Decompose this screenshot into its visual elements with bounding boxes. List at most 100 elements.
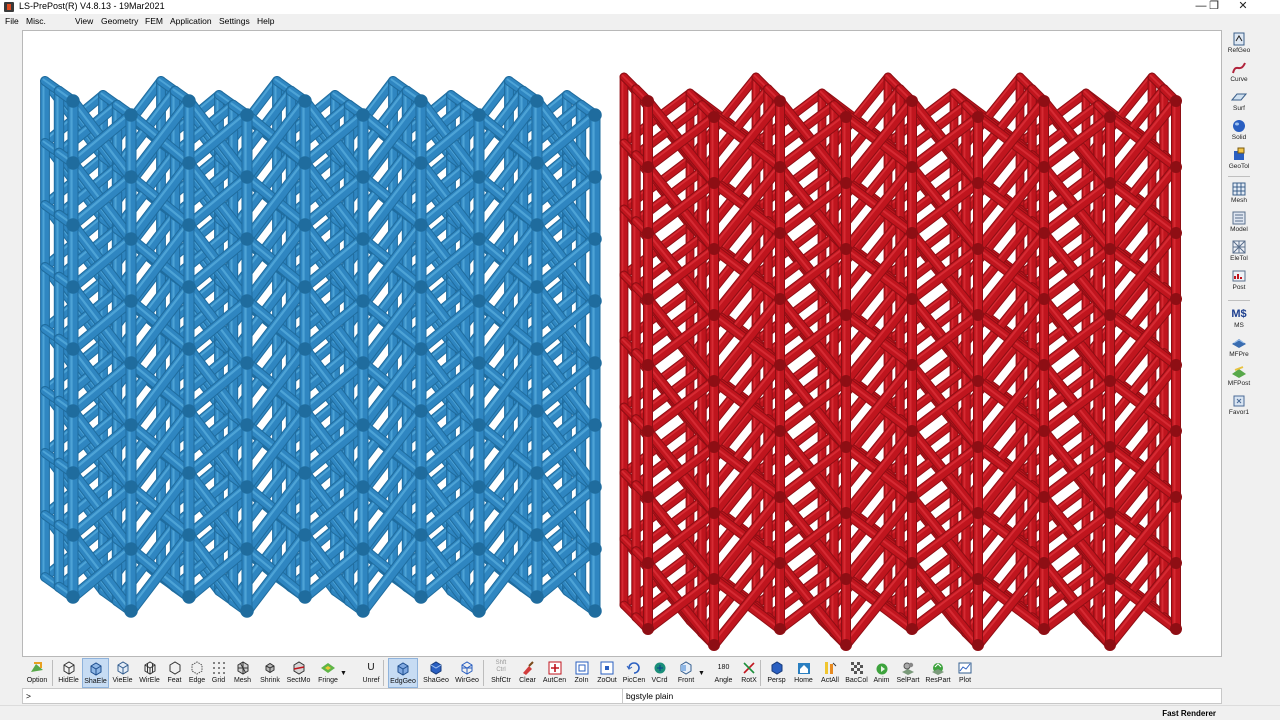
surface-button[interactable]: Surf bbox=[1224, 88, 1254, 117]
right-toolbar: RefGeo Curve Surf Solid GeoTol Mesh Mode… bbox=[1224, 30, 1254, 657]
maximize-button[interactable]: ❐ bbox=[1201, 0, 1227, 14]
blue-lattice-part[interactable] bbox=[40, 76, 602, 618]
solid-icon bbox=[1233, 120, 1245, 132]
option-button[interactable]: Option bbox=[22, 658, 52, 688]
menu-application[interactable]: Application bbox=[170, 16, 212, 26]
toolbar-separator bbox=[383, 660, 384, 686]
shrink-icon bbox=[265, 662, 275, 674]
auto-center-icon bbox=[548, 661, 561, 675]
favor1-button[interactable]: Favor1 bbox=[1224, 392, 1254, 421]
app-logo-icon bbox=[4, 2, 14, 12]
wire-geometry-icon bbox=[461, 661, 473, 675]
fringe-dropdown-arrow[interactable]: ▼ bbox=[340, 670, 347, 677]
option-icon bbox=[31, 662, 43, 672]
ms-icon: M$ bbox=[1231, 308, 1247, 320]
model-icon bbox=[1232, 211, 1246, 225]
mfpost-button[interactable]: MFPost bbox=[1224, 363, 1254, 392]
shift-ctrl-icon: Shft Ctrl bbox=[495, 660, 507, 673]
clear-icon bbox=[522, 661, 534, 675]
menu-fem[interactable]: FEM bbox=[145, 16, 163, 26]
toolbar-separator bbox=[483, 660, 484, 686]
right-toolbar-separator bbox=[1228, 176, 1250, 177]
perspective-icon bbox=[771, 661, 782, 675]
view-coordinate-icon bbox=[654, 662, 665, 674]
menu-settings[interactable]: Settings bbox=[219, 16, 250, 26]
window-title: LS-PrePost(R) V4.8.13 - 19Mar2021 bbox=[19, 1, 165, 11]
shaded-element-icon bbox=[90, 662, 101, 676]
angle-icon: 180 bbox=[717, 664, 730, 671]
favorite-icon bbox=[1233, 395, 1245, 407]
edge-icon bbox=[191, 661, 203, 675]
toolbar-label: Plot bbox=[958, 677, 972, 684]
refgeo-button[interactable]: RefGeo bbox=[1224, 30, 1254, 59]
menu-bar: File Misc. View Geometry FEM Application… bbox=[0, 14, 1280, 28]
front-button[interactable]: Front bbox=[671, 658, 701, 688]
geotol-button[interactable]: GeoTol bbox=[1224, 146, 1254, 175]
activate-all-icon bbox=[825, 662, 837, 674]
edggeo-button[interactable]: EdgGeo bbox=[388, 658, 418, 688]
title-bar: LS-PrePost(R) V4.8.13 - 19Mar2021 — ❐ ✕ bbox=[0, 0, 1280, 14]
lsprepost-window: LS-PrePost(R) V4.8.13 - 19Mar2021 — ❐ ✕ … bbox=[0, 0, 1280, 720]
front-view-icon bbox=[680, 661, 692, 675]
restore-part-icon bbox=[932, 663, 944, 675]
lattice-scene[interactable] bbox=[23, 31, 1222, 657]
mfpre-button[interactable]: MFPre bbox=[1224, 334, 1254, 363]
mesh-button[interactable]: Mesh bbox=[1224, 180, 1254, 209]
toolbar-separator bbox=[760, 660, 761, 686]
menu-geometry[interactable]: Geometry bbox=[101, 16, 138, 26]
eletol-icon bbox=[1232, 240, 1246, 254]
zoom-out-icon bbox=[600, 661, 614, 675]
unref-icon: U bbox=[367, 662, 375, 673]
menu-help[interactable]: Help bbox=[257, 16, 274, 26]
post-button[interactable]: Post bbox=[1224, 267, 1254, 296]
graphics-viewport[interactable] bbox=[22, 30, 1222, 657]
curve-button[interactable]: Curve bbox=[1224, 59, 1254, 88]
status-bar: Fast Renderer bbox=[0, 705, 1280, 720]
feature-icon bbox=[169, 661, 180, 675]
bottom-toolbar: Option HidEle ShaEle VieEle WirEle Feat Edge Gr… bbox=[22, 658, 1222, 688]
select-part-icon bbox=[902, 662, 914, 675]
curve-icon bbox=[1232, 62, 1246, 74]
post-icon bbox=[1232, 270, 1246, 282]
rotate-x-icon bbox=[743, 662, 755, 674]
mfpre-icon bbox=[1232, 339, 1246, 348]
shaded-geometry-icon bbox=[430, 661, 442, 675]
close-button[interactable]: ✕ bbox=[1230, 0, 1256, 14]
mesh-icon bbox=[1232, 182, 1246, 196]
zoom-in-icon bbox=[575, 661, 588, 675]
mesh-view-icon bbox=[237, 661, 248, 675]
section-mode-icon bbox=[293, 661, 304, 675]
plot-button[interactable]: Plot bbox=[953, 658, 977, 688]
mfpost-icon bbox=[1232, 366, 1246, 378]
plot-icon bbox=[958, 662, 972, 674]
command-message: bgstyle plain bbox=[626, 691, 674, 701]
hidden-element-icon bbox=[63, 661, 74, 675]
ms-button[interactable]: M$ MS bbox=[1224, 305, 1254, 334]
toolbar-label: Fringe bbox=[318, 677, 338, 684]
command-line[interactable]: > bgstyle plain bbox=[22, 688, 1222, 704]
command-separator bbox=[622, 689, 623, 703]
menu-view[interactable]: View bbox=[75, 16, 93, 26]
view-element-icon bbox=[117, 661, 128, 675]
background-color-icon bbox=[850, 662, 863, 674]
toolbar-separator bbox=[52, 660, 53, 686]
eletol-button[interactable]: EleTol bbox=[1224, 238, 1254, 267]
animation-icon bbox=[876, 663, 887, 675]
refgeo-icon bbox=[1233, 32, 1245, 46]
toolbar-label: Front bbox=[677, 677, 695, 684]
menu-misc[interactable]: Misc. bbox=[26, 16, 46, 26]
model-button[interactable]: Model bbox=[1224, 209, 1254, 238]
red-lattice-part[interactable] bbox=[619, 72, 1183, 652]
front-dropdown-arrow[interactable]: ▼ bbox=[698, 670, 705, 677]
pick-center-icon bbox=[626, 662, 640, 674]
fringe-button[interactable]: Fringe bbox=[313, 658, 343, 688]
right-toolbar-separator bbox=[1228, 300, 1250, 301]
surface-icon bbox=[1231, 93, 1247, 101]
wirgeo-button[interactable]: WirGeo bbox=[452, 658, 482, 688]
renderer-status: Fast Renderer bbox=[1162, 709, 1216, 718]
solid-button[interactable]: Solid bbox=[1224, 117, 1254, 146]
unref-button[interactable]: U Unref bbox=[356, 658, 386, 688]
command-prompt: > bbox=[26, 691, 31, 701]
grid-icon bbox=[212, 662, 225, 674]
menu-file[interactable]: File bbox=[5, 16, 19, 26]
